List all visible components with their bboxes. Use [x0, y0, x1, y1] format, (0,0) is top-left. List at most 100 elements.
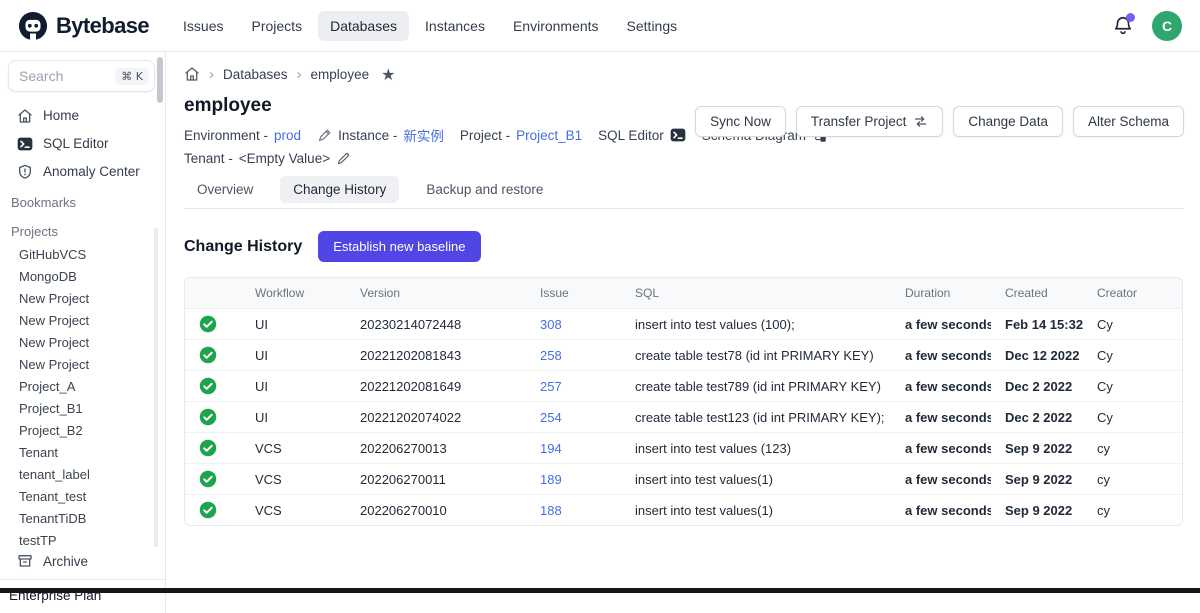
home-icon[interactable]: [184, 66, 200, 82]
duration-cell: a few seconds: [891, 464, 991, 495]
issue-link[interactable]: 254: [540, 410, 562, 425]
project-link[interactable]: Project_B1: [516, 128, 582, 143]
tab[interactable]: Change History: [280, 176, 399, 203]
sql-editor-link[interactable]: SQL Editor: [598, 127, 686, 143]
sidebar-project-item[interactable]: Tenant_test: [0, 486, 165, 508]
sql-cell: insert into test values(1): [621, 495, 891, 525]
tab[interactable]: Backup and restore: [413, 176, 556, 203]
table-header-row: Workflow Version Issue SQL Duration Crea…: [185, 278, 1182, 309]
table-row[interactable]: VCS 202206270011 189 insert into test va…: [185, 464, 1182, 495]
issue-link[interactable]: 257: [540, 379, 562, 394]
sidebar-project-item[interactable]: GitHubVCS: [0, 244, 165, 266]
nav-item[interactable]: Issues: [171, 11, 235, 41]
workflow-cell: UI: [241, 340, 346, 371]
nav-item[interactable]: Environments: [501, 11, 611, 41]
status-cell: [185, 340, 241, 371]
sidebar-project-item[interactable]: MongoDB: [0, 266, 165, 288]
duration-cell: a few seconds: [891, 433, 991, 464]
nav-item[interactable]: Databases: [318, 11, 409, 41]
sidebar-project-item[interactable]: New Project: [0, 288, 165, 310]
transfer-project-label: Transfer Project: [811, 114, 907, 129]
success-check-icon: [199, 408, 233, 426]
issue-cell: 308: [526, 309, 621, 340]
change-data-button[interactable]: Change Data: [953, 106, 1063, 137]
sidebar-project-item[interactable]: TenantTiDB: [0, 508, 165, 530]
instance-meta: Instance - 新实例: [317, 125, 444, 145]
nav-item[interactable]: Settings: [615, 11, 690, 41]
status-cell: [185, 433, 241, 464]
environment-link[interactable]: prod: [274, 128, 301, 143]
created-cell: Feb 14 15:32: [991, 309, 1083, 340]
sync-now-button[interactable]: Sync Now: [695, 106, 786, 137]
duration-cell: a few seconds: [891, 371, 991, 402]
sidebar-project-item[interactable]: tenant_label: [0, 464, 165, 486]
sidebar-project-item[interactable]: Project_A: [0, 376, 165, 398]
sidebar-project-item[interactable]: New Project: [0, 332, 165, 354]
nav-item[interactable]: Instances: [413, 11, 497, 41]
issue-link[interactable]: 194: [540, 441, 562, 456]
action-buttons: Sync Now Transfer Project Change Data Al…: [695, 106, 1184, 137]
created-cell: Dec 12 2022: [991, 340, 1083, 371]
breadcrumb-item-database-name[interactable]: employee: [311, 67, 370, 82]
issue-link[interactable]: 189: [540, 472, 562, 487]
table-row[interactable]: VCS 202206270010 188 insert into test va…: [185, 495, 1182, 525]
version-cell: 202206270010: [346, 495, 526, 525]
issue-link[interactable]: 258: [540, 348, 562, 363]
workflow-cell: VCS: [241, 433, 346, 464]
sidebar-item-anomaly-center[interactable]: Anomaly Center: [0, 158, 165, 186]
sidebar-project-item[interactable]: New Project: [0, 354, 165, 376]
creator-cell: cy: [1083, 495, 1182, 525]
sidebar-project-item[interactable]: New Project: [0, 310, 165, 332]
search-input[interactable]: [19, 68, 101, 84]
alter-schema-button[interactable]: Alter Schema: [1073, 106, 1184, 137]
sidebar-project-item[interactable]: Project_B2: [0, 420, 165, 442]
version-cell: 20221202074022: [346, 402, 526, 433]
sidebar-item-home-label: Home: [43, 108, 79, 124]
environment-label: Environment -: [184, 128, 268, 143]
issue-link[interactable]: 188: [540, 503, 562, 518]
tab[interactable]: Overview: [184, 176, 266, 203]
project-label: Project -: [460, 128, 510, 143]
breadcrumb-item-databases[interactable]: Databases: [223, 67, 288, 82]
table-row[interactable]: VCS 202206270013 194 insert into test va…: [185, 433, 1182, 464]
breadcrumb: › Databases › employee ★: [184, 64, 1184, 84]
sidebar-item-home[interactable]: Home: [0, 102, 165, 130]
edit-pencil-icon[interactable]: [336, 151, 351, 166]
creator-cell: Cy: [1083, 309, 1182, 340]
creator-cell: cy: [1083, 464, 1182, 495]
main-content: › Databases › employee ★ employee Enviro…: [166, 52, 1200, 613]
project-meta: Project - Project_B1: [460, 128, 582, 143]
sidebar-project-item[interactable]: Project_B1: [0, 398, 165, 420]
sidebar-item-sql-editor[interactable]: SQL Editor: [0, 130, 165, 158]
nav-item[interactable]: Projects: [240, 11, 315, 41]
sql-cell: create table test78 (id int PRIMARY KEY): [621, 340, 891, 371]
table-row[interactable]: UI 20221202081843 258 create table test7…: [185, 340, 1182, 371]
bytebase-logo-icon: [18, 11, 48, 41]
sidebar-item-archive[interactable]: Archive: [0, 547, 165, 579]
instance-link[interactable]: 新实例: [403, 125, 444, 145]
sidebar-project-item[interactable]: Tenant: [0, 442, 165, 464]
notifications-button[interactable]: [1112, 15, 1134, 37]
table-row[interactable]: UI 20221202074022 254 create table test1…: [185, 402, 1182, 433]
breadcrumb-separator: ›: [297, 68, 302, 81]
column-header: Issue: [526, 278, 621, 309]
duration-cell: a few seconds: [891, 340, 991, 371]
issue-link[interactable]: 308: [540, 317, 562, 332]
table-row[interactable]: UI 20230214072448 308 insert into test v…: [185, 309, 1182, 340]
user-avatar[interactable]: C: [1152, 11, 1182, 41]
brand-logo[interactable]: Bytebase: [18, 11, 149, 41]
table-row[interactable]: UI 20221202081649 257 create table test7…: [185, 371, 1182, 402]
notification-dot: [1126, 13, 1135, 22]
status-cell: [185, 495, 241, 525]
version-cell: 202206270013: [346, 433, 526, 464]
sidebar: ⌘ K Home SQL Editor Anomaly Center: [0, 52, 166, 613]
issue-cell: 189: [526, 464, 621, 495]
search-box[interactable]: ⌘ K: [8, 60, 155, 92]
favorite-star-icon[interactable]: ★: [381, 65, 395, 84]
transfer-project-button[interactable]: Transfer Project: [796, 106, 944, 137]
sidebar-scrollbar-thumb[interactable]: [157, 57, 163, 103]
issue-cell: 254: [526, 402, 621, 433]
workflow-cell: UI: [241, 309, 346, 340]
status-cell: [185, 464, 241, 495]
establish-baseline-button[interactable]: Establish new baseline: [318, 231, 480, 262]
